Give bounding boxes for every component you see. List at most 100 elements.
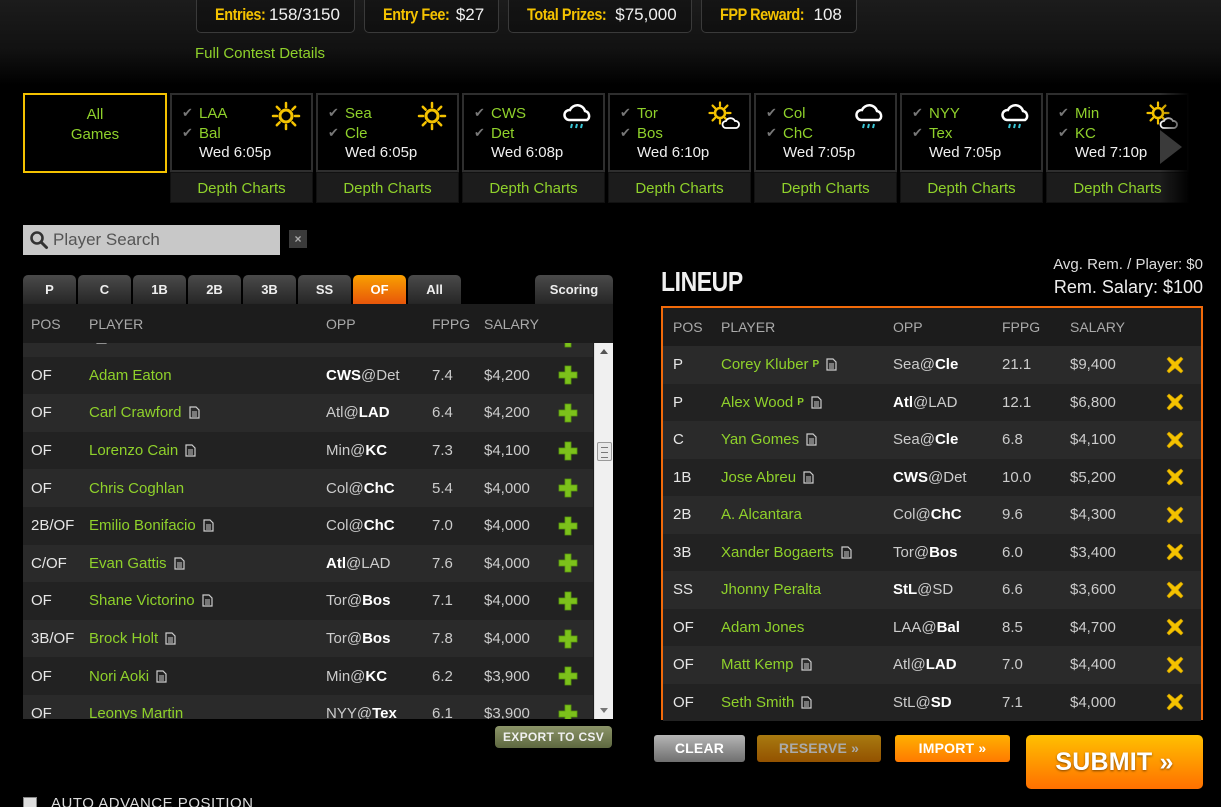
remove-player-icon[interactable] <box>1166 468 1184 486</box>
add-player-icon[interactable] <box>558 704 578 719</box>
header-pos[interactable]: POS <box>23 316 89 332</box>
player-row[interactable]: OF Lorenzo Cain Min@KC 7.3 $4,100 <box>23 431 593 470</box>
clear-search-button[interactable]: × <box>289 230 307 248</box>
player-row[interactable]: OF Chris Coghlan Col@ChC 5.4 $4,000 <box>23 469 593 507</box>
lineup-player-name[interactable]: Matt Kemp <box>721 656 794 673</box>
header-salary[interactable]: SALARY <box>484 316 556 332</box>
next-games-arrow-icon[interactable] <box>1160 130 1182 164</box>
lineup-player-name[interactable]: Alex Wood <box>721 394 793 411</box>
remove-player-icon[interactable] <box>1166 618 1184 636</box>
lineup-row[interactable]: P Corey Kluber P Sea@Cle 21.1 $9,400 <box>663 346 1201 384</box>
scroll-down-icon[interactable] <box>600 708 608 713</box>
player-row[interactable]: OF Shane Victorino Tor@Bos 7.1 $4,000 <box>23 582 593 620</box>
player-name-cell[interactable]: Shane Victorino <box>89 592 326 609</box>
player-name-cell[interactable]: Evan Gattis <box>89 555 326 572</box>
add-player-icon[interactable] <box>558 516 578 536</box>
player-name-cell[interactable]: Carl Crawford <box>89 404 326 421</box>
player-name[interactable]: Leonys Martin <box>89 705 183 719</box>
lineup-player-name[interactable]: Yan Gomes <box>721 431 799 448</box>
player-name-cell[interactable]: Adam Eaton <box>89 367 326 384</box>
player-name-cell[interactable]: Leonys Martin <box>89 705 326 719</box>
remove-player-icon[interactable] <box>1166 581 1184 599</box>
scoring-tab[interactable]: Scoring <box>535 275 613 304</box>
lineup-player-cell[interactable]: Alex Wood P <box>721 394 893 411</box>
tab-c[interactable]: C <box>78 275 131 304</box>
player-name[interactable]: Brock Holt <box>89 630 158 647</box>
player-row[interactable]: OF Carl Crawford Atl@LAD 6.4 $4,200 <box>23 394 593 432</box>
player-news-icon[interactable] <box>173 557 185 570</box>
player-list-scrollbar[interactable] <box>594 343 613 719</box>
depth-charts-link[interactable]: Depth Charts <box>316 172 459 203</box>
tab-ss[interactable]: SS <box>298 275 351 304</box>
lineup-player-cell[interactable]: Adam Jones <box>721 619 893 636</box>
player-news-icon[interactable] <box>811 396 822 409</box>
lineup-row[interactable]: OF Matt Kemp Atl@LAD 7.0 $4,400 <box>663 646 1201 684</box>
depth-charts-link[interactable]: Depth Charts <box>170 172 313 203</box>
auto-advance-option[interactable]: AUTO ADVANCE POSITION <box>23 795 253 807</box>
tab-3b[interactable]: 3B <box>243 275 296 304</box>
player-news-icon[interactable] <box>803 471 814 484</box>
player-news-icon[interactable] <box>801 696 812 709</box>
submit-button[interactable]: SUBMIT » <box>1026 735 1203 789</box>
depth-charts-link[interactable]: Depth Charts <box>754 172 897 203</box>
tab-of[interactable]: OF <box>353 275 406 304</box>
player-name-cell[interactable] <box>89 343 326 344</box>
player-row[interactable]: C/OF Evan Gattis Atl@LAD 7.6 $4,000 <box>23 544 593 583</box>
player-name[interactable]: Carl Crawford <box>89 404 182 421</box>
lineup-row[interactable]: OF Seth Smith StL@SD 7.1 $4,000 <box>663 683 1201 721</box>
lineup-player-name[interactable]: Adam Jones <box>721 619 804 636</box>
player-name[interactable]: Evan Gattis <box>89 555 167 572</box>
add-player-icon[interactable] <box>558 478 578 498</box>
add-player-icon[interactable] <box>558 343 578 348</box>
game-card[interactable]: ✔ Tor ✔ Bos Wed 6:10p <box>608 93 751 172</box>
depth-charts-link[interactable]: Depth Charts <box>608 172 751 203</box>
all-games-button[interactable]: All Games <box>23 93 167 173</box>
player-row[interactable]: 2B/OF Emilio Bonifacio Col@ChC 7.0 $4,00… <box>23 506 593 545</box>
player-name-cell[interactable]: Brock Holt <box>89 630 326 647</box>
lineup-row[interactable]: P Alex Wood P Atl@LAD 12.1 $6,800 <box>663 383 1201 421</box>
add-player-icon[interactable] <box>558 441 578 461</box>
player-news-icon[interactable] <box>203 519 214 532</box>
remove-player-icon[interactable] <box>1166 506 1184 524</box>
player-news-icon[interactable] <box>185 444 196 457</box>
add-player-icon[interactable] <box>558 365 578 385</box>
header-opp[interactable]: OPP <box>326 316 432 332</box>
lineup-row[interactable]: 1B Jose Abreu CWS@Det 10.0 $5,200 <box>663 458 1201 496</box>
player-news-icon[interactable] <box>188 406 200 420</box>
player-name-cell[interactable]: Chris Coghlan <box>89 480 326 497</box>
lineup-player-name[interactable]: A. Alcantara <box>721 506 802 523</box>
depth-charts-link[interactable]: Depth Charts <box>900 172 1043 203</box>
player-search[interactable] <box>23 225 280 255</box>
import-button[interactable]: IMPORT » <box>895 735 1010 762</box>
player-name[interactable]: Adam Eaton <box>89 367 172 384</box>
tab-2b[interactable]: 2B <box>188 275 241 304</box>
tab-all[interactable]: All <box>408 275 461 304</box>
lineup-player-cell[interactable]: Xander Bogaerts <box>721 544 893 561</box>
depth-charts-link[interactable]: Depth Charts <box>462 172 605 203</box>
lineup-player-name[interactable]: Xander Bogaerts <box>721 544 834 561</box>
full-contest-details-link[interactable]: Full Contest Details <box>195 45 325 62</box>
lineup-row[interactable]: OF Adam Jones LAA@Bal 8.5 $4,700 <box>663 608 1201 646</box>
remove-player-icon[interactable] <box>1166 693 1184 711</box>
player-news-icon[interactable] <box>800 658 812 671</box>
remove-player-icon[interactable] <box>1166 543 1184 561</box>
lineup-player-cell[interactable]: Yan Gomes <box>721 431 893 448</box>
player-row[interactable]: OF Adam Eaton CWS@Det 7.4 $4,200 <box>23 356 593 395</box>
player-news-icon[interactable] <box>202 594 213 608</box>
player-row[interactable]: 3B/OF Brock Holt Tor@Bos 7.8 $4,000 <box>23 619 593 658</box>
player-name-cell[interactable]: Emilio Bonifacio <box>89 517 326 534</box>
player-news-icon[interactable] <box>806 433 817 446</box>
player-name[interactable]: Emilio Bonifacio <box>89 517 196 534</box>
player-news-icon[interactable] <box>840 546 852 559</box>
remove-player-icon[interactable] <box>1166 656 1184 674</box>
clear-button[interactable]: CLEAR <box>654 735 745 762</box>
game-card[interactable]: ✔ Col ✔ ChC Wed 7:05p <box>754 93 897 172</box>
lineup-player-name[interactable]: Seth Smith <box>721 694 794 711</box>
scroll-up-icon[interactable] <box>600 349 608 354</box>
player-news-icon[interactable] <box>96 343 107 344</box>
tab-p[interactable]: P <box>23 275 76 304</box>
scroll-thumb[interactable] <box>597 442 612 461</box>
add-player-icon[interactable] <box>558 666 578 686</box>
add-player-icon[interactable] <box>558 629 578 649</box>
tab-1b[interactable]: 1B <box>133 275 186 304</box>
